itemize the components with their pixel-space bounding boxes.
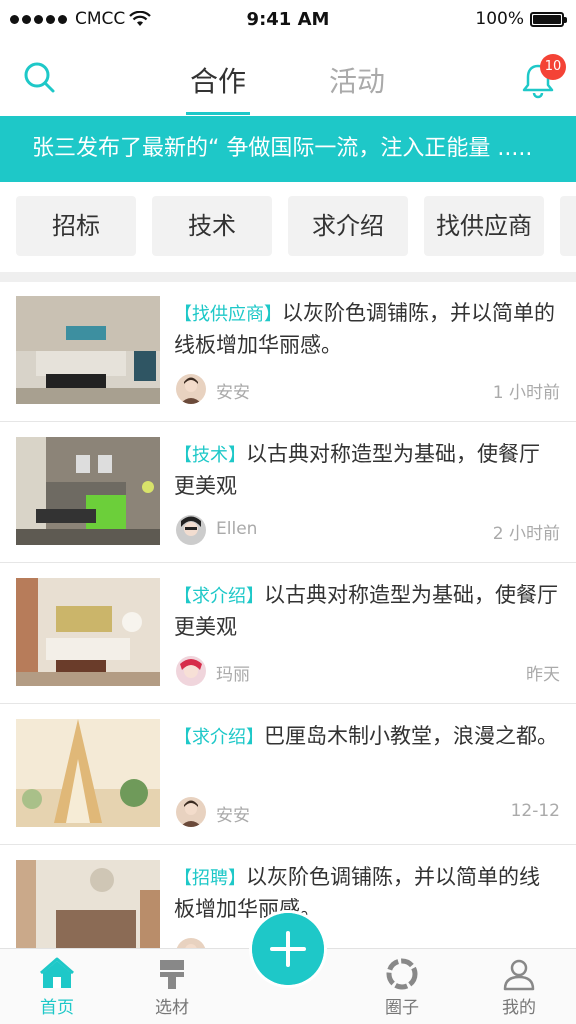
tab-home[interactable]: 首页	[12, 953, 102, 1023]
category-tech[interactable]: 技术	[152, 196, 272, 256]
feed-image	[16, 437, 160, 545]
avatar[interactable]	[176, 797, 206, 827]
notification-badge: 10	[540, 54, 566, 80]
section-divider	[0, 272, 576, 282]
user-icon	[503, 959, 535, 991]
search-icon[interactable]	[20, 58, 60, 98]
circle-icon	[386, 958, 418, 990]
feed-item[interactable]: 【求介绍】以古典对称造型为基础，使餐厅更美观 玛丽 昨天	[0, 564, 576, 704]
active-tab-indicator	[186, 112, 250, 115]
category-bar: 招标 技术 求介绍 找供应商	[0, 182, 576, 272]
tab-materials-label: 选材	[155, 998, 189, 1018]
feed-image	[16, 578, 160, 686]
post-time: 12-12	[510, 801, 560, 821]
tab-circle-label: 圈子	[385, 998, 419, 1018]
feed-tag[interactable]: 【求介绍】	[174, 727, 264, 748]
category-more[interactable]	[560, 196, 576, 256]
tab-mine[interactable]: 我的	[474, 953, 564, 1023]
author-name: 安安	[216, 806, 250, 826]
post-time: 2 小时前	[492, 524, 560, 544]
feed-image	[16, 719, 160, 827]
tab-home-label: 首页	[40, 998, 74, 1018]
feed-image	[16, 860, 160, 948]
author-name: 安安	[216, 383, 250, 403]
author-name: 玛丽	[216, 665, 250, 685]
feed-item[interactable]: 【求介绍】巴厘岛木制小教堂，浪漫之都。 安安 12-12	[0, 705, 576, 845]
feed-image	[16, 296, 160, 404]
post-time: 昨天	[526, 665, 560, 685]
category-bidding[interactable]: 招标	[16, 196, 136, 256]
battery-percent: 100%	[475, 9, 524, 29]
feed-tag[interactable]: 【技术】	[174, 445, 246, 466]
add-post-button[interactable]	[252, 913, 324, 985]
author-name: Ellen	[216, 519, 258, 539]
battery: 100%	[475, 9, 567, 29]
feed-item[interactable]: 【找供应商】以灰阶色调铺陈，并以简单的线板增加华丽感。 安安 1 小时前	[0, 282, 576, 422]
tab-cooperation[interactable]: 合作	[190, 60, 246, 100]
battery-icon	[530, 11, 567, 27]
post-time: 1 小时前	[492, 383, 560, 403]
tab-circle[interactable]: 圈子	[357, 953, 447, 1023]
feed-title: 巴厘岛木制小教堂，浪漫之都。	[264, 724, 558, 748]
feed-item[interactable]: 【技术】以古典对称造型为基础，使餐厅更美观 Ellen 2 小时前	[0, 423, 576, 563]
status-bar: CMCC 9:41 AM 100%	[0, 0, 576, 40]
category-supplier[interactable]: 找供应商	[424, 196, 544, 256]
feed-tag[interactable]: 【求介绍】	[174, 586, 264, 607]
tab-mine-label: 我的	[502, 998, 536, 1018]
announcement-banner[interactable]: 张三发布了最新的“ 争做国际一流，注入正能量 .....	[0, 116, 576, 182]
tab-materials[interactable]: 选材	[127, 953, 217, 1023]
feed-list: 【找供应商】以灰阶色调铺陈，并以简单的线板增加华丽感。 安安 1 小时前 【技术…	[0, 282, 576, 948]
avatar[interactable]	[176, 938, 206, 948]
avatar[interactable]	[176, 656, 206, 686]
category-referral[interactable]: 求介绍	[288, 196, 408, 256]
home-icon	[40, 957, 74, 988]
top-nav: 合作 活动 10	[0, 40, 576, 116]
feed-tag[interactable]: 【找供应商】	[174, 304, 282, 325]
brush-icon	[160, 960, 184, 989]
tab-activity[interactable]: 活动	[329, 60, 385, 100]
feed-tag[interactable]: 【招聘】	[174, 868, 246, 889]
avatar[interactable]	[176, 515, 206, 545]
avatar[interactable]	[176, 374, 206, 404]
